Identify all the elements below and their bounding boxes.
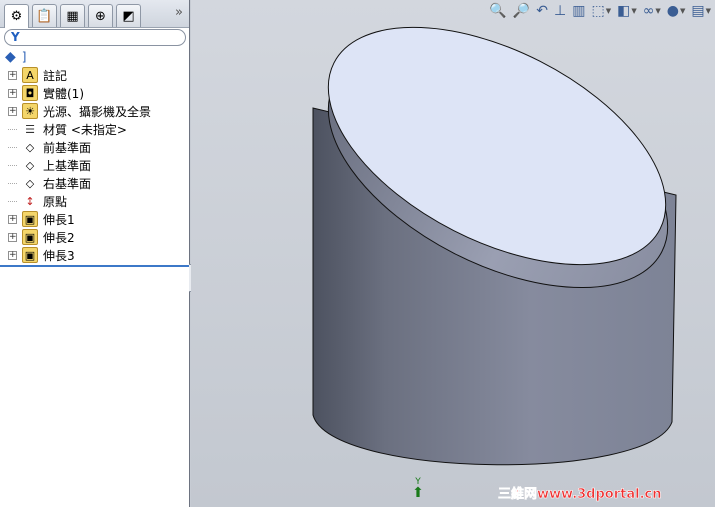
dynamic-annotation-button[interactable]: ▥ <box>572 3 585 19</box>
plane-icon: ◇ <box>25 158 35 172</box>
view-orientation-button[interactable]: ⬚ ▼ <box>591 3 611 19</box>
tree-item[interactable]: ◇ 上基準面 <box>8 156 91 174</box>
hide-show-items-button[interactable]: ∞ ▼ <box>643 3 661 19</box>
part-name: ] <box>21 50 27 64</box>
panel-tabs: ⚙ 📋 ▦ ⊕ ◩ <box>0 0 189 28</box>
solid-bodies-folder-icon: ◘ <box>22 85 38 101</box>
chevron-down-icon[interactable]: ▼ <box>655 7 660 15</box>
tree-connector <box>8 200 17 202</box>
tree-item-label: 上基準面 <box>43 158 92 173</box>
tree-item-label: 右基準面 <box>43 176 92 191</box>
tree-item-label: 註記 <box>43 68 68 83</box>
y-axis-arrow-icon: ⬆ <box>412 485 424 501</box>
plane-icon: ◇ <box>25 140 35 154</box>
tree-item-label: 光源、攝影機及全景 <box>43 104 152 119</box>
expand-toggle[interactable]: + <box>8 232 17 242</box>
view-orientation-icon: ⬚ <box>591 3 605 19</box>
chevron-down-icon[interactable]: ▼ <box>680 7 685 15</box>
tree-item-label: 伸長3 <box>43 248 75 263</box>
tree-item-label: 材質 <未指定> <box>43 122 127 137</box>
tree-item[interactable]: + ▣ 伸長3 <box>8 246 75 264</box>
display-style-button[interactable]: ◧ ▼ <box>617 3 637 19</box>
chevron-down-icon[interactable]: ▼ <box>706 7 711 15</box>
tree-item-label: 實體(1) <box>43 86 84 101</box>
watermark: 三維网www.3dportal.cn <box>498 487 662 503</box>
tree-item[interactable]: + ◘ 實體(1) <box>8 84 84 102</box>
expand-toggle[interactable]: + <box>8 106 17 116</box>
tree-item[interactable]: ◇ 前基準面 <box>8 138 91 156</box>
expand-toggle[interactable]: + <box>8 70 17 80</box>
expand-toggle[interactable]: + <box>8 88 17 98</box>
chevron-down-icon[interactable]: ▼ <box>606 7 611 15</box>
tree-item[interactable]: ☰ 材質 <未指定> <box>8 120 127 138</box>
tree-item[interactable]: + A 註記 <box>8 66 67 84</box>
tree-item[interactable]: + ▣ 伸長1 <box>8 210 75 228</box>
extrude-icon: ▣ <box>22 247 38 263</box>
part-icon: ◆ <box>5 49 16 65</box>
tab-property-manager[interactable]: 📋 <box>32 4 57 27</box>
origin-icon: ↕ <box>25 194 35 208</box>
tree-item[interactable]: + ☀ 光源、攝影機及全景 <box>8 102 151 120</box>
extrude-icon: ▣ <box>22 229 38 245</box>
hide-show-items-icon: ∞ <box>642 3 655 19</box>
graphics-viewport[interactable]: 🔍 🔎 ↶ ⊥ ▥ ⬚ ▼ ◧ ▼ ∞ ▼ ● ▼ ▤ ▼ Y ⬆ <box>191 0 715 507</box>
more-tabs-button[interactable]: » <box>175 5 183 20</box>
zoom-to-area-icon: 🔎 <box>512 3 531 19</box>
heads-up-view-toolbar: 🔍 🔎 ↶ ⊥ ▥ ⬚ ▼ ◧ ▼ ∞ ▼ ● ▼ ▤ ▼ <box>489 0 715 22</box>
section-view-icon: ⊥ <box>554 3 567 19</box>
extrude-icon: ▣ <box>22 211 38 227</box>
crosshair-icon: ⊕ <box>95 8 106 24</box>
feature-manager-panel: ⚙ 📋 ▦ ⊕ ◩ » Y ◆ ] + A 註記 + ◘ 實體(1) + ☀ 光源、攝影機及全景 ☰ 材質 … <box>0 0 190 507</box>
tree-item-label: 伸長1 <box>43 212 75 227</box>
zoom-to-fit-icon: 🔍 <box>489 3 507 19</box>
tree-item-label: 原點 <box>43 194 68 209</box>
tab-feature-manager[interactable]: ⚙ <box>4 4 29 28</box>
lights-folder-icon: ☀ <box>22 103 38 119</box>
tree-connector <box>8 164 17 166</box>
expand-toggle[interactable]: + <box>8 214 17 224</box>
tree-root[interactable]: ◆ ] <box>5 48 26 66</box>
apply-scene-button[interactable]: ▤ ▼ <box>691 3 711 19</box>
tree-item[interactable]: ◇ 右基準面 <box>8 174 91 192</box>
tree-item-label: 伸長2 <box>43 230 75 245</box>
chevron-down-icon[interactable]: ▼ <box>631 7 636 15</box>
tree-connector <box>8 182 17 184</box>
tab-display-manager[interactable]: ◩ <box>116 4 141 27</box>
tree-connector <box>8 146 17 148</box>
display-style-icon: ◧ <box>617 3 631 19</box>
expand-toggle[interactable]: + <box>8 250 17 260</box>
part-icon: ⚙ <box>10 9 23 24</box>
configuration-icon: ▦ <box>66 8 79 24</box>
plane-icon: ◇ <box>25 176 35 190</box>
edit-appearance-button[interactable]: ● ▼ <box>667 3 686 19</box>
previous-view-icon: ↶ <box>536 3 549 19</box>
funnel-icon: Y <box>11 30 20 44</box>
tree-filter-input[interactable]: Y <box>4 29 186 46</box>
zoom-to-area-button[interactable]: 🔎 <box>513 3 530 19</box>
cylinder-model[interactable] <box>191 0 715 507</box>
edit-appearance-icon: ● <box>666 3 679 19</box>
dynamic-annotation-icon: ▥ <box>572 3 586 19</box>
reference-triad: Y ⬆ <box>411 477 425 501</box>
tab-configuration-manager[interactable]: ▦ <box>60 4 85 27</box>
rollback-bar[interactable] <box>0 265 189 267</box>
property-icon: 📋 <box>36 8 53 24</box>
tree-item[interactable]: + ▣ 伸長2 <box>8 228 75 246</box>
previous-view-button[interactable]: ↶ <box>536 3 548 19</box>
material-icon: ☰ <box>25 122 35 136</box>
tab-dimxpert-manager[interactable]: ⊕ <box>88 4 113 27</box>
zoom-to-fit-button[interactable]: 🔍 <box>489 3 506 19</box>
display-icon: ◩ <box>122 8 135 24</box>
tree-item[interactable]: ↕ 原點 <box>8 192 67 210</box>
annotation-folder-icon: A <box>22 67 38 83</box>
section-view-button[interactable]: ⊥ <box>554 3 566 19</box>
tree-item-label: 前基準面 <box>43 140 92 155</box>
tree-connector <box>8 128 17 130</box>
apply-scene-icon: ▤ <box>691 3 705 19</box>
